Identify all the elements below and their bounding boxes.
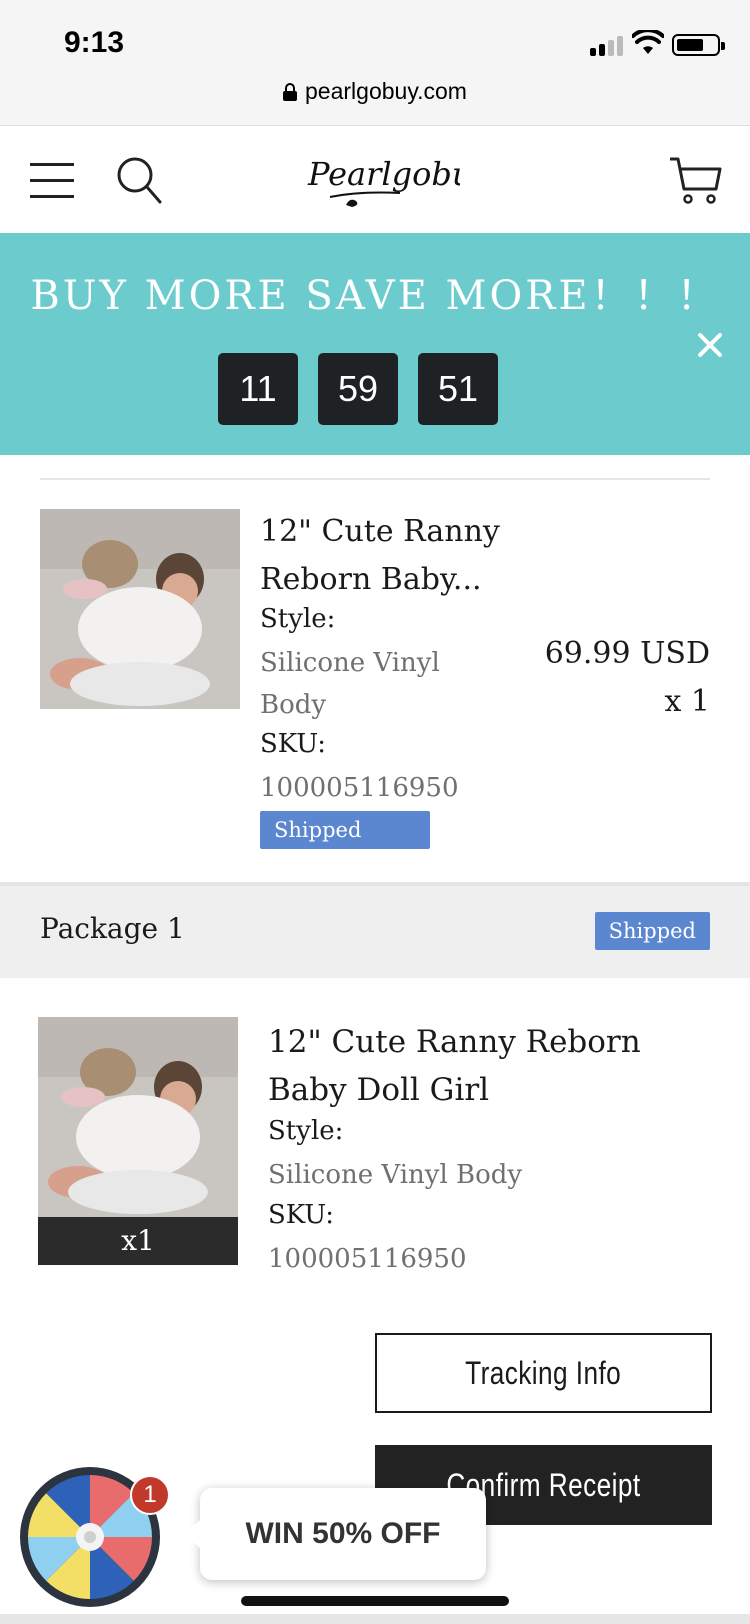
search-icon[interactable] bbox=[116, 155, 162, 205]
style-label: Style: bbox=[260, 604, 336, 634]
item-price: 69.99 USD bbox=[544, 636, 710, 671]
promo-title: BUY MORE SAVE MORE！！！ bbox=[30, 273, 720, 319]
status-time: 9:13 bbox=[64, 26, 125, 59]
countdown-timer: 11 59 51 bbox=[218, 353, 498, 425]
bottom-strip bbox=[0, 1614, 750, 1624]
status-badge: Shipped bbox=[260, 811, 430, 849]
style-label: Style: bbox=[268, 1116, 344, 1146]
tracking-info-button[interactable]: Tracking Info bbox=[375, 1333, 712, 1413]
home-indicator bbox=[241, 1596, 509, 1606]
address-bar[interactable]: pearlgobuy.com bbox=[0, 78, 750, 105]
battery-icon bbox=[672, 34, 725, 56]
notification-badge: 1 bbox=[130, 1475, 170, 1515]
signal-icon bbox=[590, 34, 626, 56]
status-bar: 9:13 pearlgobuy.com bbox=[0, 0, 750, 126]
divider bbox=[40, 478, 710, 480]
wifi-icon bbox=[632, 30, 664, 54]
menu-icon[interactable] bbox=[30, 161, 74, 199]
lock-icon bbox=[283, 83, 298, 101]
cart-icon[interactable] bbox=[668, 155, 722, 205]
win-discount-label: WIN 50% OFF bbox=[245, 1517, 441, 1550]
item-quantity: x1 bbox=[38, 1217, 238, 1265]
product-image[interactable] bbox=[38, 1017, 238, 1217]
countdown-minutes: 59 bbox=[318, 353, 398, 425]
site-header: Pearlgobuy bbox=[0, 127, 750, 233]
site-logo[interactable]: Pearlgobuy bbox=[290, 147, 460, 213]
sku-value: 100005116950 bbox=[260, 773, 459, 803]
sku-value: 100005116950 bbox=[268, 1244, 467, 1274]
url-text: pearlgobuy.com bbox=[305, 78, 467, 104]
product-name[interactable]: 12" Cute Ranny Reborn Baby... bbox=[260, 508, 520, 604]
promo-banner: BUY MORE SAVE MORE！！！ 11 59 51 bbox=[0, 233, 750, 455]
sku-label: SKU: bbox=[260, 729, 327, 759]
product-name[interactable]: 12" Cute Ranny Reborn Baby Doll Girl bbox=[268, 1018, 718, 1114]
style-value: Silicone Vinyl Body bbox=[260, 648, 440, 720]
product-image[interactable] bbox=[40, 509, 240, 709]
win-discount-bubble[interactable]: WIN 50% OFF bbox=[184, 1488, 486, 1580]
svg-text:Pearlgobuy: Pearlgobuy bbox=[307, 155, 460, 193]
package-title: Package 1 bbox=[40, 912, 185, 945]
countdown-seconds: 51 bbox=[418, 353, 498, 425]
item-quantity: x 1 bbox=[664, 684, 710, 719]
sku-label: SKU: bbox=[268, 1200, 335, 1230]
tracking-info-label: Tracking Info bbox=[465, 1354, 622, 1391]
close-icon[interactable] bbox=[692, 327, 728, 363]
countdown-hours: 11 bbox=[218, 353, 298, 425]
style-value: Silicone Vinyl Body bbox=[268, 1160, 523, 1190]
package-status-badge: Shipped bbox=[594, 912, 710, 950]
